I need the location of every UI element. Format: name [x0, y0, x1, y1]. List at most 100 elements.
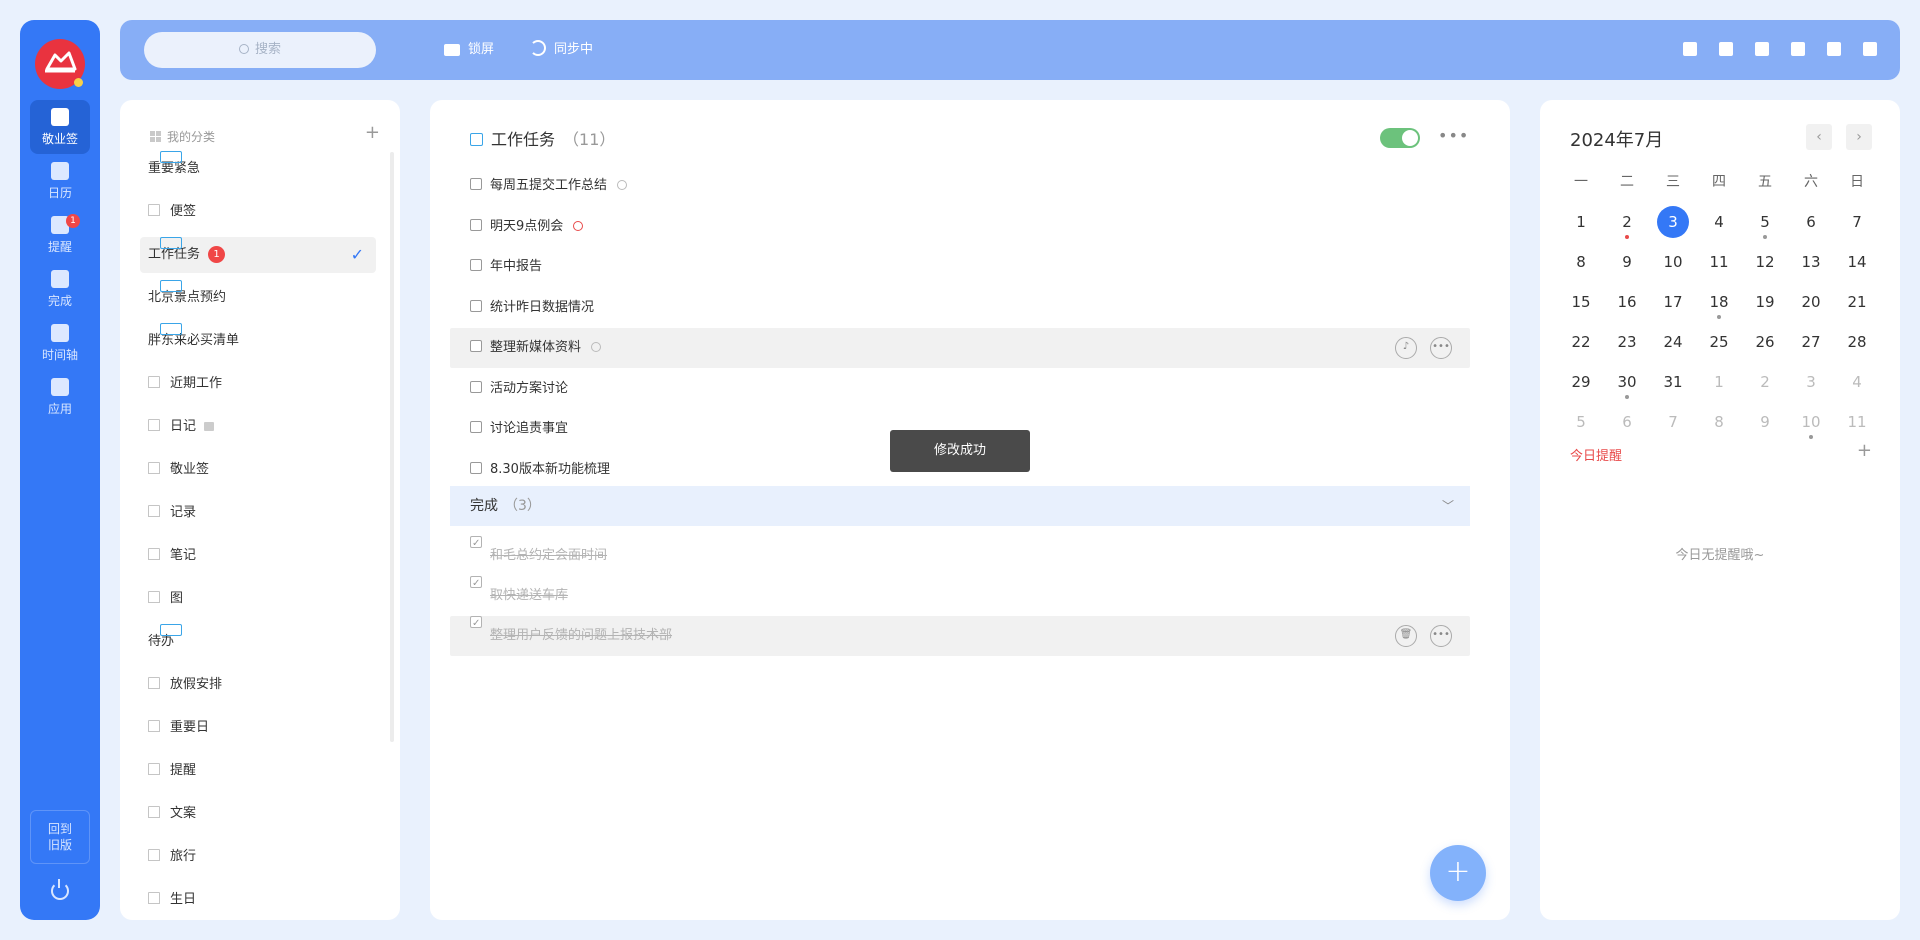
task-checkbox[interactable] [470, 380, 482, 393]
calendar-day[interactable]: 23 [1604, 322, 1650, 362]
calendar-day[interactable]: 6 [1604, 402, 1650, 442]
category-item[interactable]: 北京景点预约 [140, 280, 376, 316]
task-checkbox[interactable] [470, 536, 482, 548]
nav-item-3[interactable]: 完成 [30, 262, 90, 316]
calendar-day[interactable]: 30 [1604, 362, 1650, 402]
calendar-day[interactable]: 1 [1558, 202, 1604, 242]
category-item[interactable]: 放假安排 [140, 667, 376, 703]
nav-item-4[interactable]: 时间轴 [30, 316, 90, 370]
add-category-button[interactable]: + [365, 122, 380, 143]
calendar-day[interactable]: 5 [1742, 202, 1788, 242]
calendar-day[interactable]: 2 [1742, 362, 1788, 402]
calendar-day[interactable]: 10 [1650, 242, 1696, 282]
completed-section-header[interactable]: 完成 （3） ﹀ [450, 486, 1470, 526]
add-reminder-button[interactable]: + [1857, 440, 1872, 461]
calendar-day[interactable]: 4 [1696, 202, 1742, 242]
category-item[interactable]: 笔记 [140, 538, 376, 574]
calendar-day[interactable]: 9 [1742, 402, 1788, 442]
category-item[interactable]: 敬业签 [140, 452, 376, 488]
nav-item-1[interactable]: 日历 [30, 154, 90, 208]
tablet-icon[interactable] [1716, 39, 1736, 59]
category-scrollbar[interactable] [390, 152, 394, 742]
category-item[interactable]: 日记 [140, 409, 376, 445]
calendar-day-today[interactable]: 3 [1650, 202, 1696, 242]
search-input[interactable]: 搜索 [144, 32, 376, 68]
lock-screen-button[interactable]: 锁屏 [444, 39, 494, 61]
calendar-day[interactable]: 11 [1696, 242, 1742, 282]
calendar-day[interactable]: 8 [1696, 402, 1742, 442]
calendar-day[interactable]: 18 [1696, 282, 1742, 322]
task-checkbox[interactable] [470, 576, 482, 588]
category-item[interactable]: 胖东来必买清单 [140, 323, 376, 359]
calendar-day[interactable]: 25 [1696, 322, 1742, 362]
completed-task-row[interactable]: 整理用户反馈的问题上报技术部🗑••• [450, 616, 1470, 656]
calendar-day[interactable]: 10 [1788, 402, 1834, 442]
task-checkbox[interactable] [470, 178, 482, 190]
desktop-icon[interactable] [1680, 39, 1700, 59]
task-checkbox[interactable] [470, 259, 482, 271]
apple-icon[interactable] [1752, 39, 1772, 59]
category-item[interactable]: 便签 [140, 194, 376, 230]
calendar-day[interactable]: 6 [1788, 202, 1834, 242]
calendar-day[interactable]: 31 [1650, 362, 1696, 402]
calendar-day[interactable]: 2 [1604, 202, 1650, 242]
calendar-day[interactable]: 16 [1604, 282, 1650, 322]
ie-browser-icon[interactable] [1824, 39, 1844, 59]
sync-status-button[interactable]: 同步中 [530, 39, 593, 61]
nav-item-0[interactable]: 敬业签 [30, 100, 90, 154]
more-icon[interactable]: ••• [1430, 337, 1452, 359]
task-checkbox[interactable] [470, 218, 482, 231]
category-item[interactable]: 重要紧急 [140, 151, 376, 187]
task-checkbox[interactable] [470, 340, 482, 352]
nav-item-5[interactable]: 应用 [30, 370, 90, 424]
task-row[interactable]: 活动方案讨论 [450, 369, 1470, 409]
calendar-day[interactable]: 7 [1834, 202, 1880, 242]
power-icon[interactable] [51, 879, 69, 900]
task-row[interactable]: 每周五提交工作总结 [450, 166, 1470, 206]
windows-icon[interactable] [1860, 39, 1880, 59]
task-row[interactable]: 明天9点例会 [450, 207, 1470, 247]
calendar-day[interactable]: 4 [1834, 362, 1880, 402]
show-completed-toggle[interactable] [1380, 128, 1420, 148]
task-row[interactable]: 统计昨日数据情况 [450, 288, 1470, 328]
back-to-old-version-button[interactable]: 回到 旧版 [30, 810, 90, 864]
more-icon[interactable]: ••• [1430, 625, 1452, 647]
calendar-day[interactable]: 3 [1788, 362, 1834, 402]
prev-month-button[interactable]: ‹ [1806, 124, 1832, 150]
calendar-day[interactable]: 29 [1558, 362, 1604, 402]
task-checkbox[interactable] [470, 299, 482, 312]
calendar-day[interactable]: 24 [1650, 322, 1696, 362]
calendar-day[interactable]: 7 [1650, 402, 1696, 442]
more-options-icon[interactable]: ••• [1438, 126, 1469, 145]
app-logo[interactable] [35, 39, 85, 89]
calendar-day[interactable]: 8 [1558, 242, 1604, 282]
calendar-day[interactable]: 9 [1604, 242, 1650, 282]
add-task-button[interactable]: + [1430, 845, 1486, 901]
calendar-day[interactable]: 17 [1650, 282, 1696, 322]
calendar-day[interactable]: 13 [1788, 242, 1834, 282]
category-item[interactable]: 旅行 [140, 839, 376, 875]
task-checkbox[interactable] [470, 616, 482, 628]
category-item[interactable]: 记录 [140, 495, 376, 531]
calendar-day[interactable]: 26 [1742, 322, 1788, 362]
task-row[interactable]: 整理新媒体资料 ♪ ••• [450, 328, 1470, 368]
calendar-day[interactable]: 20 [1788, 282, 1834, 322]
nav-item-2[interactable]: 提醒 1 [30, 208, 90, 262]
delete-icon[interactable]: 🗑 [1395, 625, 1417, 647]
android-icon[interactable] [1788, 39, 1808, 59]
calendar-day[interactable]: 12 [1742, 242, 1788, 282]
calendar-day[interactable]: 22 [1558, 322, 1604, 362]
calendar-day[interactable]: 14 [1834, 242, 1880, 282]
task-row[interactable]: 年中报告 [450, 247, 1470, 287]
calendar-day[interactable]: 21 [1834, 282, 1880, 322]
calendar-day[interactable]: 28 [1834, 322, 1880, 362]
next-month-button[interactable]: › [1846, 124, 1872, 150]
task-checkbox[interactable] [470, 421, 482, 433]
category-item[interactable]: 文案 [140, 796, 376, 832]
category-item[interactable]: 待办 [140, 624, 376, 660]
task-checkbox[interactable] [470, 461, 482, 474]
category-item[interactable]: 重要日 [140, 710, 376, 746]
category-item[interactable]: 近期工作 [140, 366, 376, 402]
calendar-day[interactable]: 5 [1558, 402, 1604, 442]
category-item[interactable]: 图 [140, 581, 376, 617]
